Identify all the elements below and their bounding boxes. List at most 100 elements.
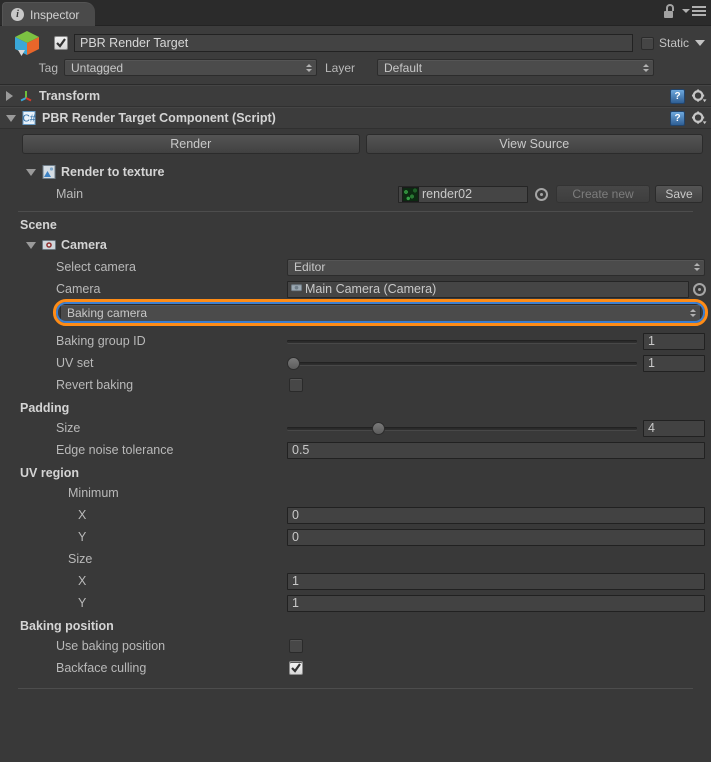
help-book-icon[interactable]: ?	[670, 88, 685, 104]
foldout-arrow-collapsed-icon[interactable]	[6, 91, 13, 101]
gameobject-name-row: PBR Render Target Static	[6, 31, 705, 56]
select-camera-dropdown[interactable]: Editor	[287, 258, 705, 276]
chevron-updown-icon	[694, 263, 700, 271]
row-baking-camera: Baking camera	[0, 299, 711, 326]
row-uv-size-header: Size	[0, 549, 711, 569]
tab-inspector[interactable]: i Inspector	[2, 2, 96, 26]
foldout-arrow-expanded-icon[interactable]	[26, 241, 36, 249]
component-header-transform[interactable]: Transform ?	[0, 85, 711, 107]
uv-minimum-x-input[interactable]: 0	[287, 506, 705, 524]
uv-minimum-y-label: Y	[78, 530, 87, 544]
use-baking-position-checkbox[interactable]	[289, 639, 303, 653]
camera-objectfield[interactable]: Main Camera (Camera)	[287, 280, 689, 298]
static-label: Static	[658, 36, 689, 50]
cube-prefab-icon	[12, 28, 42, 58]
static-dropdown-caret-icon[interactable]	[695, 40, 705, 46]
help-book-icon[interactable]: ?	[670, 110, 685, 126]
tag-value: Untagged	[71, 60, 124, 75]
uv-set-input[interactable]: 1	[643, 354, 705, 372]
transform-axis-icon	[19, 89, 33, 103]
backface-culling-checkbox[interactable]	[289, 661, 303, 675]
slider-handle[interactable]	[287, 356, 300, 370]
padding-size-slider[interactable]	[287, 420, 637, 437]
baking-group-id-slider[interactable]	[287, 333, 637, 350]
section-title-render-to-texture: Render to texture	[61, 165, 165, 179]
select-camera-value: Editor	[294, 260, 326, 274]
baking-group-id-value: 1	[648, 334, 655, 348]
uv-size-x-label: X	[78, 574, 87, 588]
component-title-pbr-render-target: PBR Render Target Component (Script)	[42, 111, 276, 125]
uv-minimum-y-input[interactable]: 0	[287, 528, 705, 546]
camera-label: Camera	[56, 282, 101, 296]
revert-baking-label: Revert baking	[56, 378, 134, 392]
gameobject-name-value: PBR Render Target	[80, 36, 189, 50]
component-actions-pbr-render-target: ?	[670, 110, 707, 126]
render-button[interactable]: Render	[22, 134, 360, 154]
baking-group-id-input[interactable]: 1	[643, 332, 705, 350]
layer-dropdown[interactable]: Default	[377, 59, 654, 76]
camera-picker-icon[interactable]	[693, 282, 706, 296]
view-source-button[interactable]: View Source	[365, 134, 703, 154]
chevron-updown-icon	[690, 309, 696, 317]
row-edge-noise-tolerance: Edge noise tolerance 0.5	[0, 440, 711, 460]
section-divider-bottom	[18, 688, 693, 689]
row-uv-minimum-x: X 0	[0, 505, 711, 525]
gear-icon[interactable]	[691, 88, 707, 104]
slider-handle[interactable]	[372, 421, 385, 435]
row-baking-group-id: Baking group ID 1	[0, 331, 711, 351]
uv-set-label: UV set	[56, 356, 94, 370]
row-uv-size-x: X 1	[0, 571, 711, 591]
revert-baking-checkbox[interactable]	[289, 378, 303, 392]
padding-size-input[interactable]: 4	[643, 419, 705, 437]
uv-size-x-input[interactable]: 1	[287, 572, 705, 590]
section-render-to-texture[interactable]: Render to texture	[0, 162, 711, 182]
camera-value: Main Camera (Camera)	[305, 282, 437, 296]
lock-open-icon[interactable]	[664, 4, 675, 18]
section-title-uv-region: UV region	[20, 466, 80, 480]
main-texture-objectfield[interactable]: render02	[398, 185, 528, 203]
slider-track	[287, 361, 637, 365]
main-texture-picker-icon[interactable]	[535, 187, 548, 201]
inspector-tab-bar-actions	[664, 4, 706, 18]
save-button[interactable]: Save	[655, 185, 703, 203]
padding-size-value: 4	[648, 421, 655, 435]
padding-size-label: Size	[56, 421, 81, 435]
uv-size-x-value: 1	[292, 574, 299, 588]
tag-layer-row: Tag Untagged Layer Default	[6, 59, 705, 76]
info-icon: i	[11, 8, 24, 21]
action-button-row: Render View Source	[0, 129, 711, 157]
row-camera: Camera Main Camera (Camera)	[0, 279, 711, 299]
foldout-arrow-expanded-icon[interactable]	[6, 114, 16, 122]
edge-noise-tolerance-input[interactable]: 0.5	[287, 441, 705, 459]
slider-track	[287, 426, 637, 430]
section-divider	[18, 211, 693, 212]
uv-minimum-x-value: 0	[292, 508, 299, 522]
uv-set-value: 1	[648, 356, 655, 370]
uv-set-slider[interactable]	[287, 355, 637, 372]
baking-camera-dropdown[interactable]: Baking camera	[60, 304, 701, 322]
gameobject-enabled-checkbox[interactable]	[54, 36, 68, 50]
backface-culling-label: Backface culling	[56, 661, 147, 675]
row-backface-culling: Backface culling	[0, 658, 711, 678]
gameobject-name-input[interactable]: PBR Render Target	[74, 34, 633, 52]
texture-icon	[42, 165, 56, 179]
section-camera[interactable]: Camera	[0, 235, 711, 255]
component-header-pbr-render-target[interactable]: C# PBR Render Target Component (Script) …	[0, 107, 711, 129]
uv-size-y-input[interactable]: 1	[287, 594, 705, 612]
inspector-tab-bar: i Inspector	[0, 0, 711, 26]
row-padding-size: Size 4	[0, 418, 711, 438]
tag-dropdown[interactable]: Untagged	[64, 59, 317, 76]
row-revert-baking: Revert baking	[0, 375, 711, 395]
uv-size-y-value: 1	[292, 596, 299, 610]
row-main-texture: Main render02 Create new Save	[0, 184, 711, 204]
gear-icon[interactable]	[691, 110, 707, 126]
chevron-updown-icon	[643, 63, 649, 72]
create-new-button[interactable]: Create new	[556, 185, 650, 203]
baking-group-id-label: Baking group ID	[56, 334, 146, 348]
uv-size-label: Size	[68, 552, 93, 566]
static-checkbox[interactable]	[640, 36, 654, 50]
hamburger-menu-icon[interactable]	[682, 6, 706, 16]
main-texture-value: render02	[422, 187, 473, 201]
foldout-arrow-expanded-icon[interactable]	[26, 168, 36, 176]
component-body: Render View Source Render to texture Mai…	[0, 129, 711, 689]
